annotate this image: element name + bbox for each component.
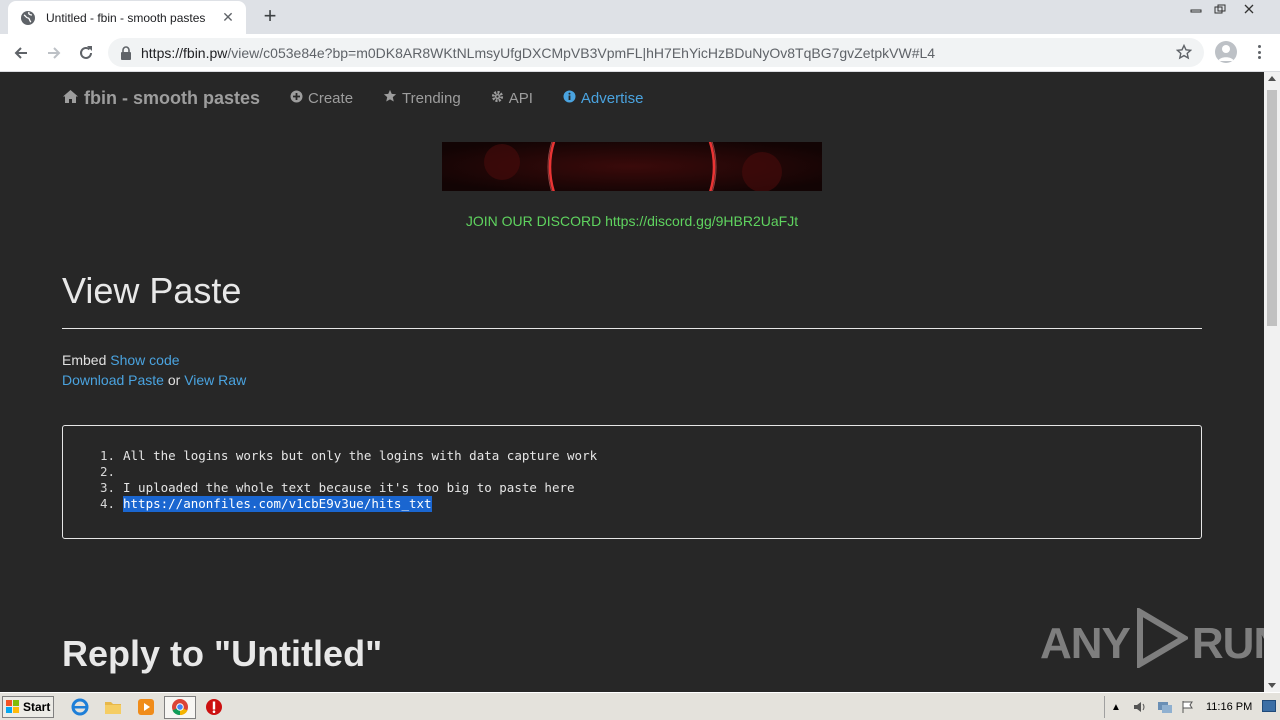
taskbar: Start ▲ 11:16 PM — [0, 692, 1280, 720]
browser-tab[interactable]: Untitled - fbin - smooth pastes ✕ — [8, 1, 246, 34]
bookmark-star-icon[interactable] — [1175, 43, 1193, 65]
line-number: 1. — [99, 448, 115, 463]
ie-icon[interactable] — [71, 698, 89, 716]
paste-content-box: 1. All the logins works but only the log… — [62, 425, 1202, 539]
nav-create-label: Create — [308, 89, 354, 107]
restore-button[interactable] — [1208, 0, 1232, 18]
chrome-icon — [171, 698, 189, 716]
view-raw-link[interactable]: View Raw — [184, 372, 246, 388]
tab-title: Untitled - fbin - smooth pastes — [46, 10, 206, 25]
stop-icon[interactable] — [205, 698, 223, 716]
back-button[interactable] — [9, 41, 33, 65]
download-row: Download Paste or View Raw — [62, 372, 246, 388]
arrow-left-icon — [14, 47, 27, 59]
profile-avatar[interactable] — [1215, 41, 1237, 63]
line-number: 2. — [99, 464, 115, 479]
download-paste-link[interactable]: Download Paste — [62, 372, 164, 388]
embed-row: Embed Show code — [62, 352, 180, 368]
selected-line-text[interactable]: https://anonfiles.com/v1cbE9v3ue/hits_tx… — [123, 496, 432, 512]
line-number: 4. — [99, 496, 115, 511]
scroll-up-icon[interactable] — [1268, 76, 1276, 81]
discord-promo[interactable]: JOIN OUR DISCORD https://discord.gg/9HBR… — [0, 213, 1264, 229]
line-text: All the logins works but only the logins… — [123, 448, 598, 463]
star-icon — [383, 89, 397, 107]
reload-icon — [80, 46, 92, 59]
browser-menu-button[interactable] — [1254, 42, 1264, 62]
gear-icon — [491, 90, 504, 107]
info-icon — [563, 90, 576, 107]
watermark-right: RUN — [1191, 618, 1264, 668]
show-code-link[interactable]: Show code — [110, 352, 179, 368]
clock: 11:16 PM — [1206, 701, 1253, 713]
globe-icon — [20, 10, 36, 26]
scroll-down-icon[interactable] — [1268, 683, 1276, 688]
close-window-button[interactable] — [1232, 0, 1266, 18]
site-navbar: fbin - smooth pastes Create Trending API… — [62, 88, 643, 108]
line-text: I uploaded the whole text because it's t… — [123, 480, 575, 495]
code-line: 1. All the logins works but only the log… — [63, 448, 1201, 464]
nav-trending-label: Trending — [402, 89, 461, 107]
new-tab-button[interactable]: + — [258, 5, 282, 29]
watermark-left: ANY — [1040, 618, 1131, 668]
media-player-icon[interactable] — [137, 698, 155, 716]
page-title: View Paste — [62, 270, 242, 311]
nav-create[interactable]: Create — [290, 90, 353, 107]
reply-heading: Reply to "Untitled" — [62, 633, 383, 674]
address-bar[interactable]: https://fbin.pw/view/c053e84e?bp=m0DK8AR… — [108, 38, 1204, 67]
folder-icon[interactable] — [104, 698, 122, 716]
embed-label: Embed — [62, 352, 107, 368]
reload-button[interactable] — [74, 41, 98, 65]
scrollbar-thumb[interactable] — [1267, 90, 1277, 326]
flag-icon[interactable] — [1181, 700, 1195, 714]
brand-link[interactable]: fbin - smooth pastes — [62, 88, 260, 109]
home-icon — [62, 88, 79, 109]
code-line: 3. I uploaded the whole text because it'… — [63, 480, 1201, 496]
anyrun-watermark: ANY RUN — [1040, 606, 1264, 679]
volume-icon[interactable] — [1133, 700, 1147, 714]
show-desktop-icon[interactable] — [1262, 700, 1276, 712]
arrow-right-icon — [48, 47, 61, 59]
forward-button[interactable] — [42, 41, 66, 65]
advertisement-banner[interactable] — [442, 142, 822, 191]
plus-circle-icon — [290, 90, 303, 107]
vertical-scrollbar[interactable] — [1264, 72, 1280, 692]
tray-expand-icon[interactable]: ▲ — [1111, 702, 1121, 713]
url-text: https://fbin.pw/view/c053e84e?bp=m0DK8AR… — [141, 44, 936, 61]
windows-logo-icon — [6, 700, 20, 714]
tab-close-icon[interactable]: ✕ — [220, 9, 236, 26]
divider — [62, 328, 1202, 329]
brand-name: fbin - smooth pastes — [84, 87, 261, 108]
start-label: Start — [23, 700, 51, 714]
tab-strip: Untitled - fbin - smooth pastes ✕ + — [0, 0, 1280, 34]
nav-api[interactable]: API — [491, 90, 533, 107]
or-text: or — [167, 372, 181, 388]
minimize-button[interactable] — [1184, 0, 1208, 18]
page-viewport: fbin - smooth pastes Create Trending API… — [0, 72, 1264, 692]
nav-trending[interactable]: Trending — [383, 89, 461, 107]
nav-api-label: API — [508, 89, 533, 107]
code-line: 2. — [63, 464, 1201, 480]
lock-icon — [120, 45, 132, 60]
play-logo-icon — [1134, 606, 1190, 679]
network-icon[interactable] — [1157, 700, 1173, 714]
start-button[interactable]: Start — [2, 696, 54, 718]
code-line: 4. https://anonfiles.com/v1cbE9v3ue/hits… — [63, 496, 1201, 512]
line-number: 3. — [99, 480, 115, 495]
nav-advertise-label: Advertise — [580, 89, 644, 107]
browser-toolbar: https://fbin.pw/view/c053e84e?bp=m0DK8AR… — [0, 34, 1280, 72]
window-controls — [1184, 0, 1266, 18]
nav-advertise[interactable]: Advertise — [563, 89, 644, 107]
